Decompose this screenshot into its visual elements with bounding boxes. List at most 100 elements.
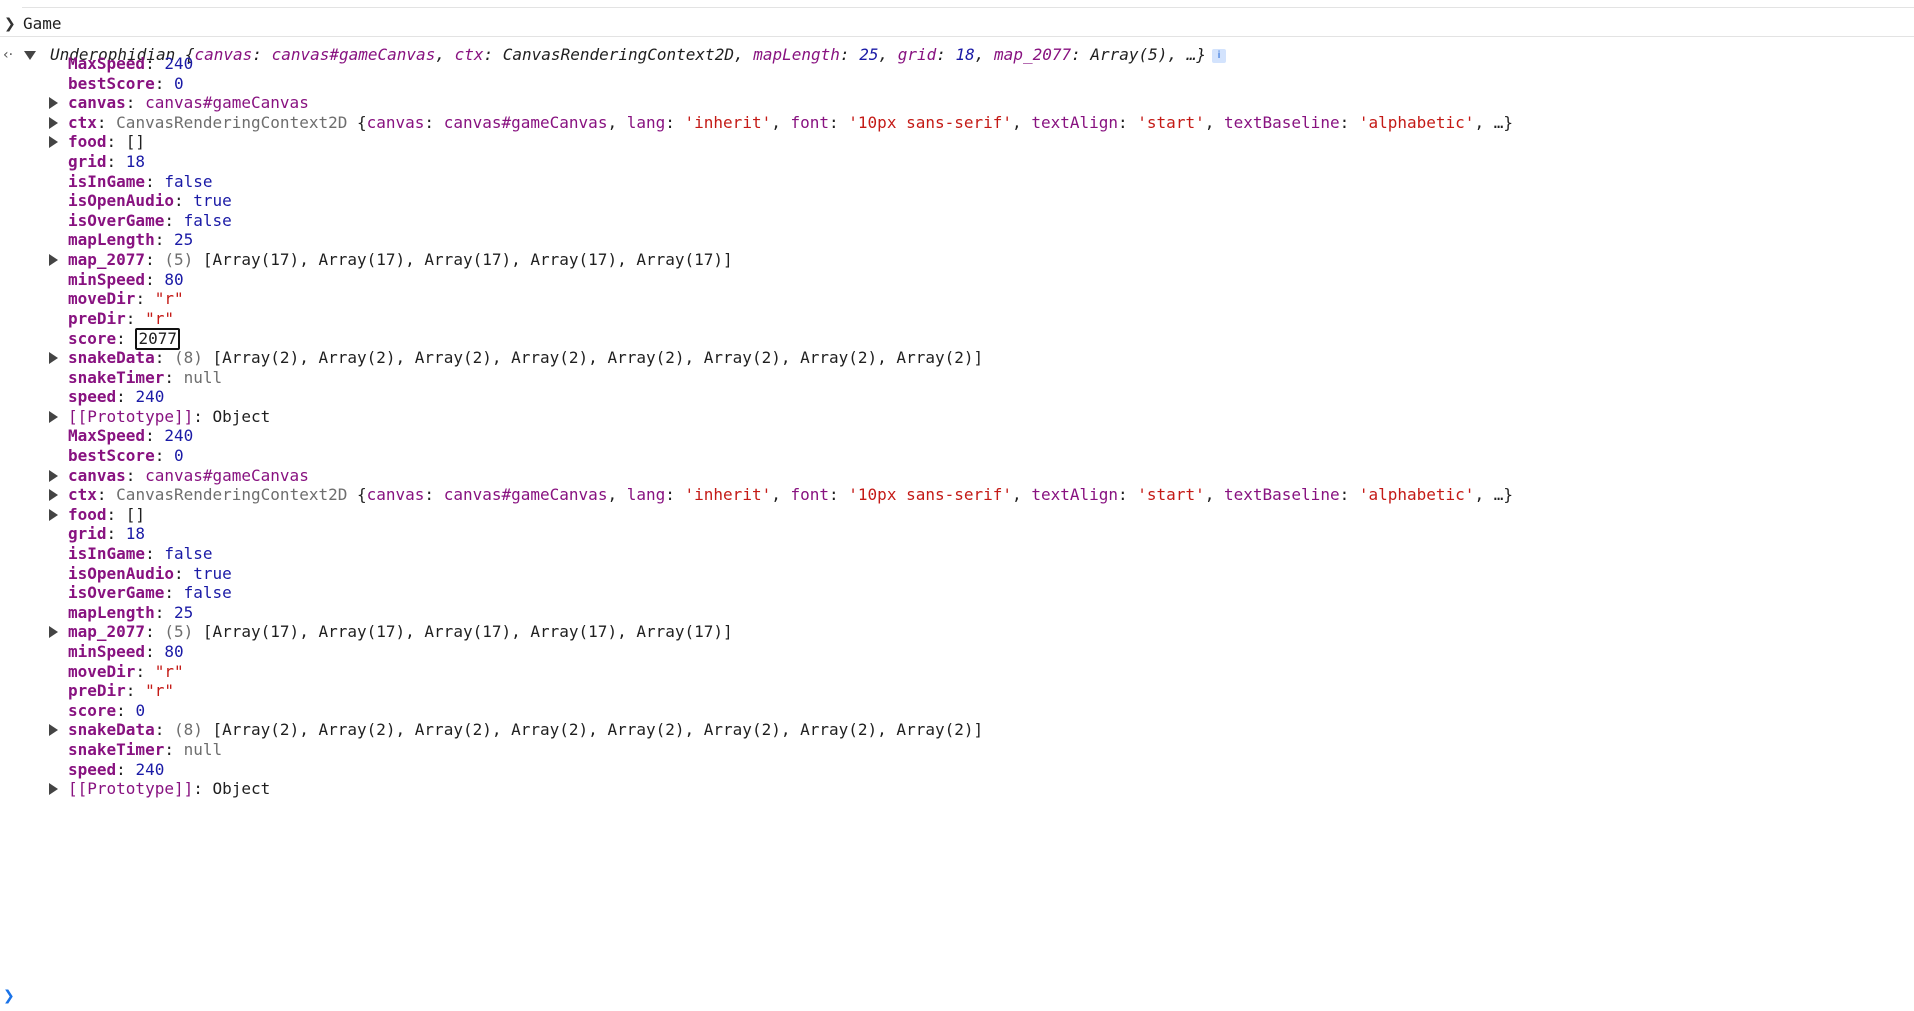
colon: :	[665, 112, 685, 132]
colon: :	[1118, 485, 1138, 505]
property-content: food: []	[68, 505, 145, 525]
separator: ,	[435, 45, 455, 64]
expand-arrow-icon[interactable]	[49, 724, 58, 737]
info-icon[interactable]: i	[1211, 48, 1226, 63]
preview-key: canvas	[366, 112, 425, 132]
separator: ,	[878, 45, 898, 64]
colon: :	[116, 387, 136, 407]
colon: :	[173, 191, 194, 211]
property-value: false	[164, 171, 213, 191]
property-content: moveDir: "r"	[68, 289, 184, 309]
colon: :	[145, 426, 165, 446]
property-key: bestScore	[68, 73, 155, 93]
property-content: minSpeed: 80	[68, 642, 184, 662]
expand-arrow-icon[interactable]	[49, 469, 58, 482]
property-value: "r"	[154, 289, 184, 309]
property-content: [[Prototype]]: Object	[68, 779, 270, 799]
property-content: snakeTimer: null	[68, 740, 222, 760]
colon: :	[106, 524, 126, 544]
preview-key: textAlign	[1031, 112, 1119, 132]
property-value: 0	[173, 73, 184, 93]
property-key: speed	[68, 387, 117, 407]
preview-value: 'start'	[1137, 485, 1205, 505]
colon: :	[135, 661, 155, 681]
property-value: []	[125, 504, 146, 524]
property-value: "r"	[145, 308, 174, 328]
property-key: [[Prototype]]	[68, 406, 194, 426]
expand-arrow-icon[interactable]	[49, 97, 58, 110]
property-value: canvas#gameCanvas	[145, 93, 309, 113]
colon: :	[665, 485, 685, 505]
expand-toggle-icon[interactable]	[24, 51, 36, 60]
colon: :	[145, 642, 165, 661]
preview-key: lang	[626, 112, 666, 132]
property-content: ctx: CanvasRenderingContext2D {canvas: c…	[68, 485, 1513, 505]
property-content: isOverGame: false	[68, 583, 232, 603]
expand-arrow-icon[interactable]	[49, 116, 58, 129]
property-key: minSpeed	[68, 269, 146, 289]
property-value: CanvasRenderingContext2D	[116, 112, 348, 132]
property-content: canvas: canvas#gameCanvas	[68, 466, 309, 486]
preview-key: font	[790, 485, 830, 505]
colon: :	[125, 681, 146, 701]
summary-value: Array(5)	[1090, 45, 1168, 64]
colon: :	[1118, 112, 1138, 132]
property-key: minSpeed	[68, 642, 146, 661]
array-count: (5)	[164, 250, 203, 269]
colon: :	[164, 583, 184, 603]
property-value: false	[164, 544, 213, 563]
separator: ,	[974, 45, 995, 64]
property-key: grid	[68, 524, 107, 544]
preview-value: 'start'	[1137, 112, 1205, 132]
preview-value: 'inherit'	[684, 112, 772, 132]
expand-arrow-icon[interactable]	[49, 254, 58, 266]
expand-arrow-icon[interactable]	[49, 136, 58, 149]
expand-arrow-icon[interactable]	[49, 508, 58, 521]
expand-arrow-icon[interactable]	[49, 352, 58, 364]
property-key: moveDir	[68, 661, 136, 681]
property-content: MaxSpeed: 240	[68, 426, 193, 446]
property-key: map_2077	[68, 622, 146, 642]
property-content: isInGame: false	[68, 172, 213, 192]
expand-arrow-icon[interactable]	[49, 783, 58, 796]
separator: ,	[1012, 485, 1032, 505]
property-content: preDir: "r"	[68, 681, 174, 701]
colon: :	[96, 112, 117, 132]
colon: :	[154, 230, 174, 250]
property-value: null	[183, 367, 223, 387]
colon: :	[193, 406, 213, 426]
property-content: snakeTimer: null	[68, 368, 222, 388]
summary-value: 18	[955, 45, 975, 64]
property-content: speed: 240	[68, 387, 164, 407]
summary-key: mapLength	[753, 45, 840, 64]
property-key: preDir	[68, 308, 126, 328]
property-value: 240	[164, 426, 194, 446]
property-key: score	[68, 700, 117, 720]
property-value: false	[183, 583, 232, 603]
summary-value: CanvasRenderingContext2D	[502, 45, 734, 64]
preview-value: '10px sans-serif'	[848, 112, 1013, 132]
colon: :	[154, 446, 174, 465]
colon: :	[145, 544, 165, 563]
object-summary[interactable]: Underophidian {canvas: canvas#gameCanvas…	[50, 43, 1226, 67]
property-value: [Array(2), Array(2), Array(2), Array(2),…	[212, 720, 984, 740]
property-value: [Array(17), Array(17), Array(17), Array(…	[202, 622, 733, 642]
property-key: speed	[68, 759, 117, 779]
property-value: true	[193, 191, 232, 211]
result-return-icon: ‹·	[3, 47, 14, 63]
summary-value: 25	[859, 45, 879, 64]
prompt-chevron-icon: ❯	[4, 16, 16, 32]
property-content: isInGame: false	[68, 544, 213, 564]
brace-close: , …}	[1167, 45, 1206, 64]
colon: :	[145, 54, 165, 73]
property-content: snakeData: (8) [Array(2), Array(2), Arra…	[68, 348, 983, 368]
colon: :	[424, 485, 444, 505]
expand-arrow-icon[interactable]	[49, 626, 58, 639]
expand-arrow-icon[interactable]	[49, 410, 58, 423]
console-input-prompt-icon[interactable]: ❯	[3, 988, 15, 1004]
colon: :	[173, 563, 194, 583]
colon: :	[829, 112, 849, 132]
colon: :	[154, 720, 174, 740]
expand-arrow-icon[interactable]	[49, 489, 58, 502]
property-content: isOverGame: false	[68, 211, 232, 231]
